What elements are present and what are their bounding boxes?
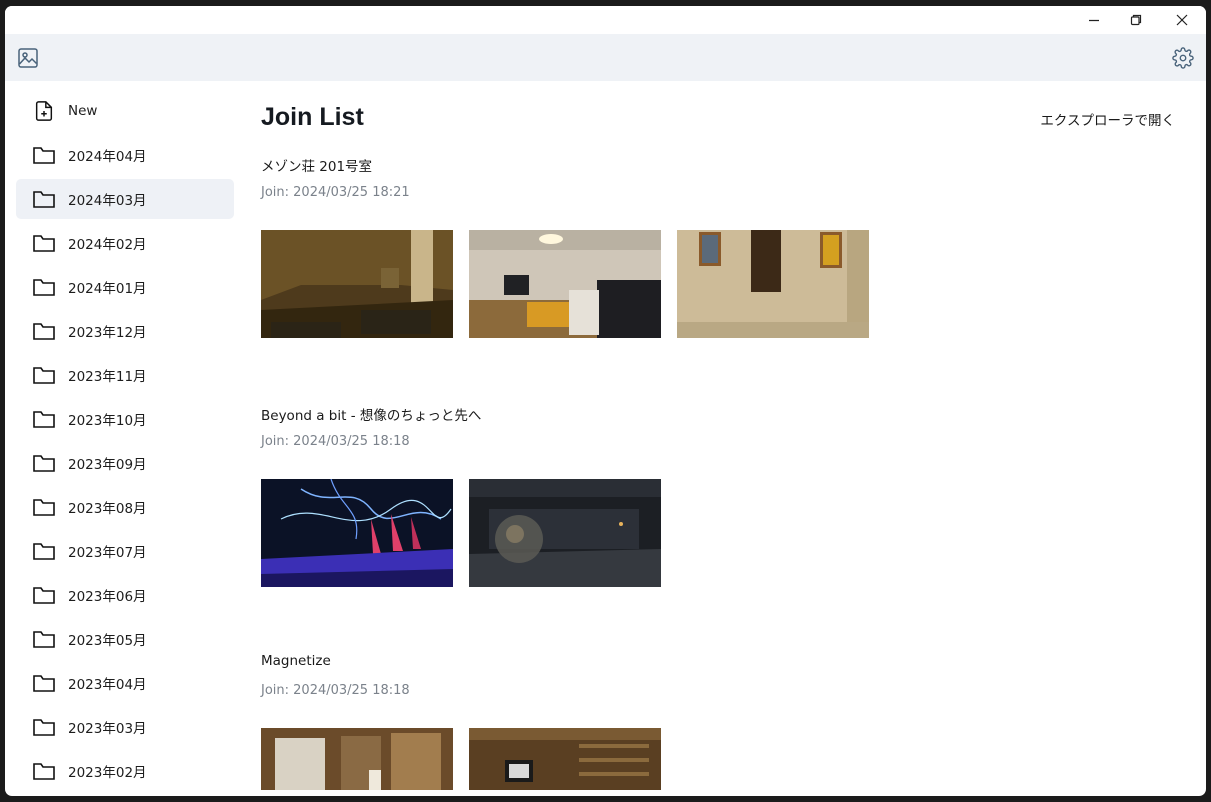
folder-icon — [32, 187, 56, 211]
sidebar: New 2024年04月 2024年03月 2024年02月 2024年01月 … — [16, 91, 234, 796]
world-title[interactable]: Beyond a bit - 想像のちょっと先へ — [261, 404, 961, 426]
folder-icon — [32, 143, 56, 167]
photo-thumbnail[interactable] — [469, 728, 661, 790]
sidebar-item-2023-03[interactable]: 2023年03月 — [16, 707, 234, 747]
sidebar-item-2023-04[interactable]: 2023年04月 — [16, 663, 234, 703]
sidebar-item-label: 2024年03月 — [68, 193, 147, 209]
toolbar — [5, 34, 1206, 81]
sidebar-item-2023-11[interactable]: 2023年11月 — [16, 355, 234, 395]
sidebar-item-label: 2023年02月 — [68, 765, 147, 781]
open-in-explorer-button[interactable]: エクスプローラで開く — [1040, 109, 1175, 129]
folder-icon — [32, 451, 56, 475]
sidebar-item-label: 2023年09月 — [68, 457, 147, 473]
thumbnail-row — [261, 728, 961, 790]
sidebar-item-label: 2023年10月 — [68, 413, 147, 429]
photo-thumbnail[interactable] — [469, 479, 661, 587]
sidebar-item-2024-01[interactable]: 2024年01月 — [16, 267, 234, 307]
photo-thumbnail[interactable] — [261, 230, 453, 338]
sidebar-item-label: 2023年05月 — [68, 633, 147, 649]
folder-icon — [32, 363, 56, 387]
settings-gear-icon[interactable] — [1171, 46, 1195, 70]
thumbnail-row — [261, 230, 961, 338]
sidebar-item-label: 2024年04月 — [68, 149, 147, 165]
sidebar-item-label: New — [68, 103, 98, 119]
folder-icon — [32, 671, 56, 695]
sidebar-item-label: 2023年11月 — [68, 369, 147, 385]
world-title[interactable]: メゾン荘 201号室 — [261, 155, 961, 177]
folder-icon — [32, 715, 56, 739]
page-title: Join List — [261, 103, 364, 131]
sidebar-item-label: 2023年08月 — [68, 501, 147, 517]
title-bar — [5, 6, 1206, 34]
folder-icon — [32, 275, 56, 299]
join-entry: メゾン荘 201号室 Join: 2024/03/25 18:21 — [261, 155, 961, 338]
join-timestamp: Join: 2024/03/25 18:18 — [261, 683, 410, 698]
join-entry: Beyond a bit - 想像のちょっと先へ Join: 2024/03/2… — [261, 404, 961, 587]
photo-thumbnail[interactable] — [677, 230, 869, 338]
world-title[interactable]: Magnetize — [261, 653, 961, 675]
sidebar-item-2024-03[interactable]: 2024年03月 — [16, 179, 234, 219]
sidebar-item-label: 2023年12月 — [68, 325, 147, 341]
sidebar-item-2023-10[interactable]: 2023年10月 — [16, 399, 234, 439]
join-timestamp: Join: 2024/03/25 18:21 — [261, 185, 410, 200]
folder-icon — [32, 231, 56, 255]
close-icon[interactable] — [1159, 6, 1205, 34]
folder-icon — [32, 319, 56, 343]
app-window: New 2024年04月 2024年03月 2024年02月 2024年01月 … — [5, 6, 1206, 796]
sidebar-item-label: 2023年04月 — [68, 677, 147, 693]
sidebar-item-2023-02[interactable]: 2023年02月 — [16, 751, 234, 791]
sidebar-item-2023-06[interactable]: 2023年06月 — [16, 575, 234, 615]
sidebar-item-2023-12[interactable]: 2023年12月 — [16, 311, 234, 351]
sidebar-item-new[interactable]: New — [16, 91, 234, 131]
sidebar-item-2023-08[interactable]: 2023年08月 — [16, 487, 234, 527]
sidebar-item-2024-02[interactable]: 2024年02月 — [16, 223, 234, 263]
sidebar-item-2023-07[interactable]: 2023年07月 — [16, 531, 234, 571]
sidebar-item-label: 2024年01月 — [68, 281, 147, 297]
maximize-icon[interactable] — [1113, 6, 1159, 34]
join-entry: Magnetize Join: 2024/03/25 18:18 — [261, 653, 961, 790]
photo-thumbnail[interactable] — [469, 230, 661, 338]
main-content: Join List エクスプローラで開く メゾン荘 201号室 Join: 20… — [261, 91, 1191, 796]
sidebar-item-2023-05[interactable]: 2023年05月 — [16, 619, 234, 659]
new-file-icon — [32, 99, 56, 123]
folder-icon — [32, 495, 56, 519]
folder-icon — [32, 407, 56, 431]
folder-icon — [32, 627, 56, 651]
minimize-icon[interactable] — [1071, 6, 1117, 34]
sidebar-item-label: 2023年03月 — [68, 721, 147, 737]
sidebar-item-2024-04[interactable]: 2024年04月 — [16, 135, 234, 175]
sidebar-item-label: 2023年07月 — [68, 545, 147, 561]
photo-thumbnail[interactable] — [261, 728, 453, 790]
image-gallery-icon[interactable] — [16, 46, 40, 70]
folder-icon — [32, 539, 56, 563]
folder-icon — [32, 759, 56, 783]
folder-icon — [32, 583, 56, 607]
join-timestamp: Join: 2024/03/25 18:18 — [261, 434, 410, 449]
sidebar-item-label: 2023年06月 — [68, 589, 147, 605]
thumbnail-row — [261, 479, 961, 587]
sidebar-item-2023-09[interactable]: 2023年09月 — [16, 443, 234, 483]
sidebar-item-label: 2024年02月 — [68, 237, 147, 253]
photo-thumbnail[interactable] — [261, 479, 453, 587]
